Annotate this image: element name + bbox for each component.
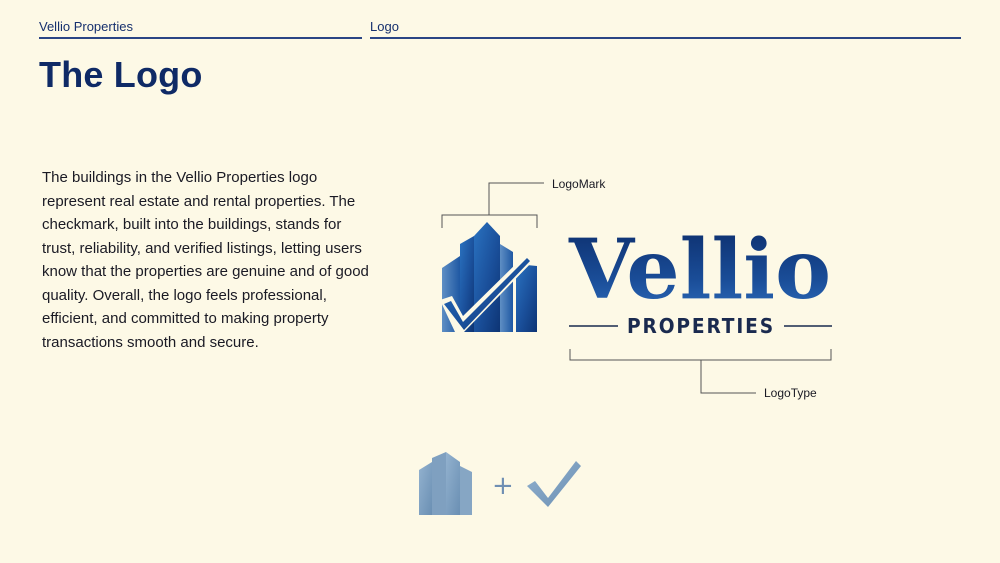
logo-wordmark: Vellio — [568, 222, 831, 318]
logo-illustration: LogoMark Vellio PROPERTIES LogoType + — [419, 177, 832, 515]
logomark-bracket — [441, 182, 544, 228]
logo-mark — [440, 222, 537, 332]
breakdown-plus: + — [492, 471, 514, 501]
breakdown-checkmark-icon — [527, 461, 581, 507]
logo-subtitle: PROPERTIES — [627, 314, 775, 338]
logomark-label: LogoMark — [552, 177, 606, 191]
breakdown-buildings-icon — [419, 452, 472, 515]
logotype-label: LogoType — [764, 386, 817, 400]
